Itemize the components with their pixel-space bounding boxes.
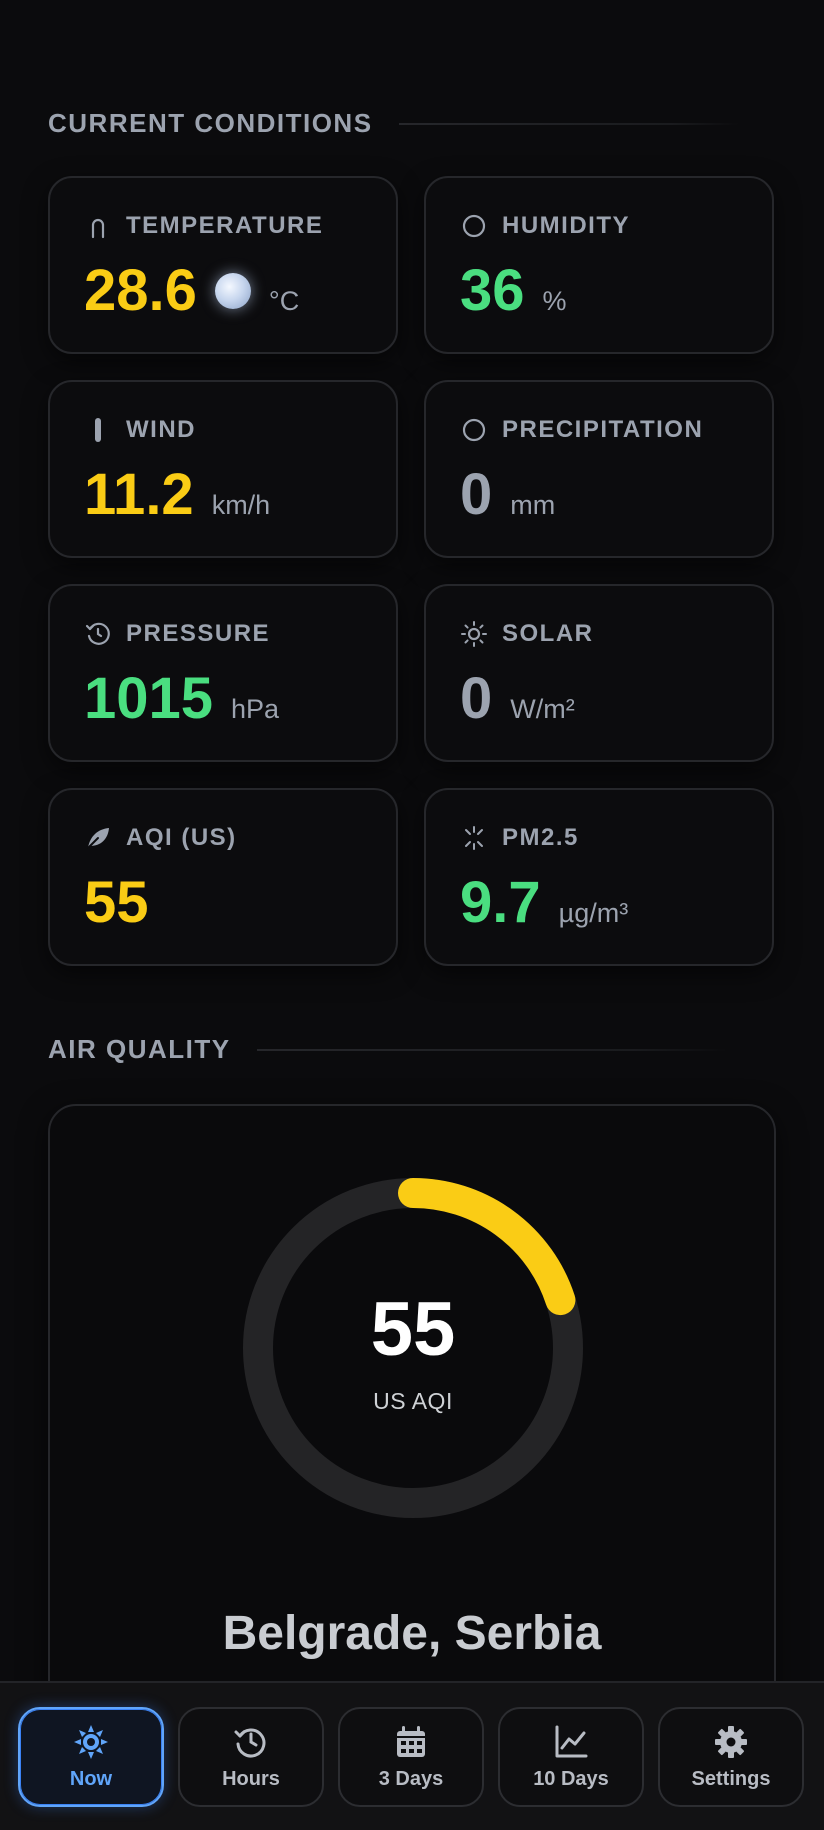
card-label-row: PRESSURE	[84, 620, 270, 648]
nav-now-button[interactable]: Now	[18, 1707, 164, 1807]
card-label-row: PRECIPITATION	[460, 416, 703, 444]
nav-10days-button[interactable]: 10 Days	[498, 1707, 644, 1807]
wind-bar-icon	[95, 418, 101, 442]
current-conditions-header: CURRENT CONDITIONS	[48, 108, 739, 139]
nav-label: Settings	[691, 1767, 771, 1790]
circle-icon	[462, 418, 486, 442]
particles-icon	[465, 826, 483, 850]
card-label-row: HUMIDITY	[460, 212, 630, 240]
moon-icon	[214, 273, 251, 309]
card-value-row: 36 %	[460, 256, 567, 326]
aqi-caption: US AQI	[373, 1388, 453, 1414]
card-label: SOLAR	[502, 620, 594, 647]
circle-icon	[462, 214, 486, 238]
card-unit: km/h	[211, 490, 271, 520]
section-title: AIR QUALITY	[48, 1034, 231, 1064]
card-unit: hPa	[231, 694, 280, 724]
card-label: PRESSURE	[126, 620, 271, 647]
card-unit: W/m²	[510, 694, 575, 724]
card-value: 11.2	[84, 462, 194, 527]
leaf-icon	[87, 828, 109, 849]
card-value-row: 11.2 km/h	[84, 460, 270, 530]
nav-settings-button[interactable]: Settings	[658, 1707, 804, 1807]
calendar-icon	[397, 1725, 425, 1757]
history-clock-icon	[234, 1728, 266, 1757]
solar-card[interactable]: SOLAR 0 W/m²	[424, 584, 774, 762]
card-value-row: 55	[84, 868, 149, 938]
nav-hours-button[interactable]: Hours	[178, 1707, 324, 1807]
card-label-row: WIND	[84, 416, 196, 444]
nav-label: 3 Days	[378, 1767, 444, 1790]
card-value-row: 0 mm	[460, 460, 555, 530]
sun-gear-icon	[74, 1724, 108, 1759]
pressure-gauge-icon	[85, 622, 110, 645]
card-label: TEMPERATURE	[126, 212, 324, 239]
sun-icon	[461, 621, 487, 647]
card-label: AQI (US)	[126, 824, 237, 851]
aqi-gauge-progress	[398, 1178, 576, 1316]
pressure-card[interactable]: PRESSURE 1015 hPa	[48, 584, 398, 762]
card-unit: °C	[268, 286, 300, 316]
card-unit: %	[542, 286, 567, 316]
card-value-row: 28.6 °C	[84, 256, 299, 326]
location-name: Belgrade, Serbia	[222, 1607, 602, 1660]
card-value-row: 9.7 µg/m³	[460, 868, 628, 938]
bottom-nav: Now Hours 3 Days 10 Days Settings	[0, 1681, 824, 1830]
aqi-gauge: 55 US AQI	[243, 1178, 583, 1518]
card-label-row: SOLAR	[460, 620, 594, 648]
section-divider	[256, 1048, 727, 1051]
air-quality-header: AIR QUALITY	[48, 1034, 727, 1065]
aqi-value: 55	[370, 1287, 456, 1372]
card-value: 1015	[84, 666, 214, 731]
card-value: 9.7	[460, 870, 541, 935]
line-chart-icon	[555, 1725, 588, 1757]
nav-label: Now	[69, 1767, 113, 1790]
nav-3days-button[interactable]: 3 Days	[338, 1707, 484, 1807]
card-value: 36	[460, 258, 525, 323]
card-label: HUMIDITY	[502, 212, 630, 239]
card-label: PRECIPITATION	[502, 416, 704, 443]
section-divider	[398, 122, 739, 125]
card-unit: µg/m³	[558, 898, 629, 928]
card-value: 0	[460, 666, 493, 731]
card-value-row: 0 W/m²	[460, 664, 575, 734]
card-value: 55	[84, 870, 149, 935]
card-label: WIND	[126, 416, 196, 443]
card-value: 28.6	[84, 258, 197, 323]
pm25-card[interactable]: PM2.5 9.7 µg/m³	[424, 788, 774, 966]
nav-label: Hours	[222, 1767, 280, 1790]
weather-now-screen: CURRENT CONDITIONS TEMPERATURE 28.6 °C H…	[0, 0, 824, 1830]
section-title: CURRENT CONDITIONS	[48, 108, 373, 138]
humidity-card[interactable]: HUMIDITY 36 %	[424, 176, 774, 354]
card-label: PM2.5	[502, 824, 579, 851]
thermometer-icon	[91, 218, 105, 239]
wind-card[interactable]: WIND 11.2 km/h	[48, 380, 398, 558]
card-label-row: TEMPERATURE	[84, 212, 323, 240]
precipitation-card[interactable]: PRECIPITATION 0 mm	[424, 380, 774, 558]
card-value-row: 1015 hPa	[84, 664, 279, 734]
temperature-card[interactable]: TEMPERATURE 28.6 °C	[48, 176, 398, 354]
gear-icon	[715, 1725, 747, 1758]
nav-label: 10 Days	[533, 1767, 609, 1790]
card-unit: mm	[510, 490, 556, 520]
card-label-row: PM2.5	[460, 824, 579, 852]
card-label-row: AQI (US)	[84, 824, 237, 852]
card-value: 0	[460, 462, 493, 527]
aqi-card[interactable]: AQI (US) 55	[48, 788, 398, 966]
